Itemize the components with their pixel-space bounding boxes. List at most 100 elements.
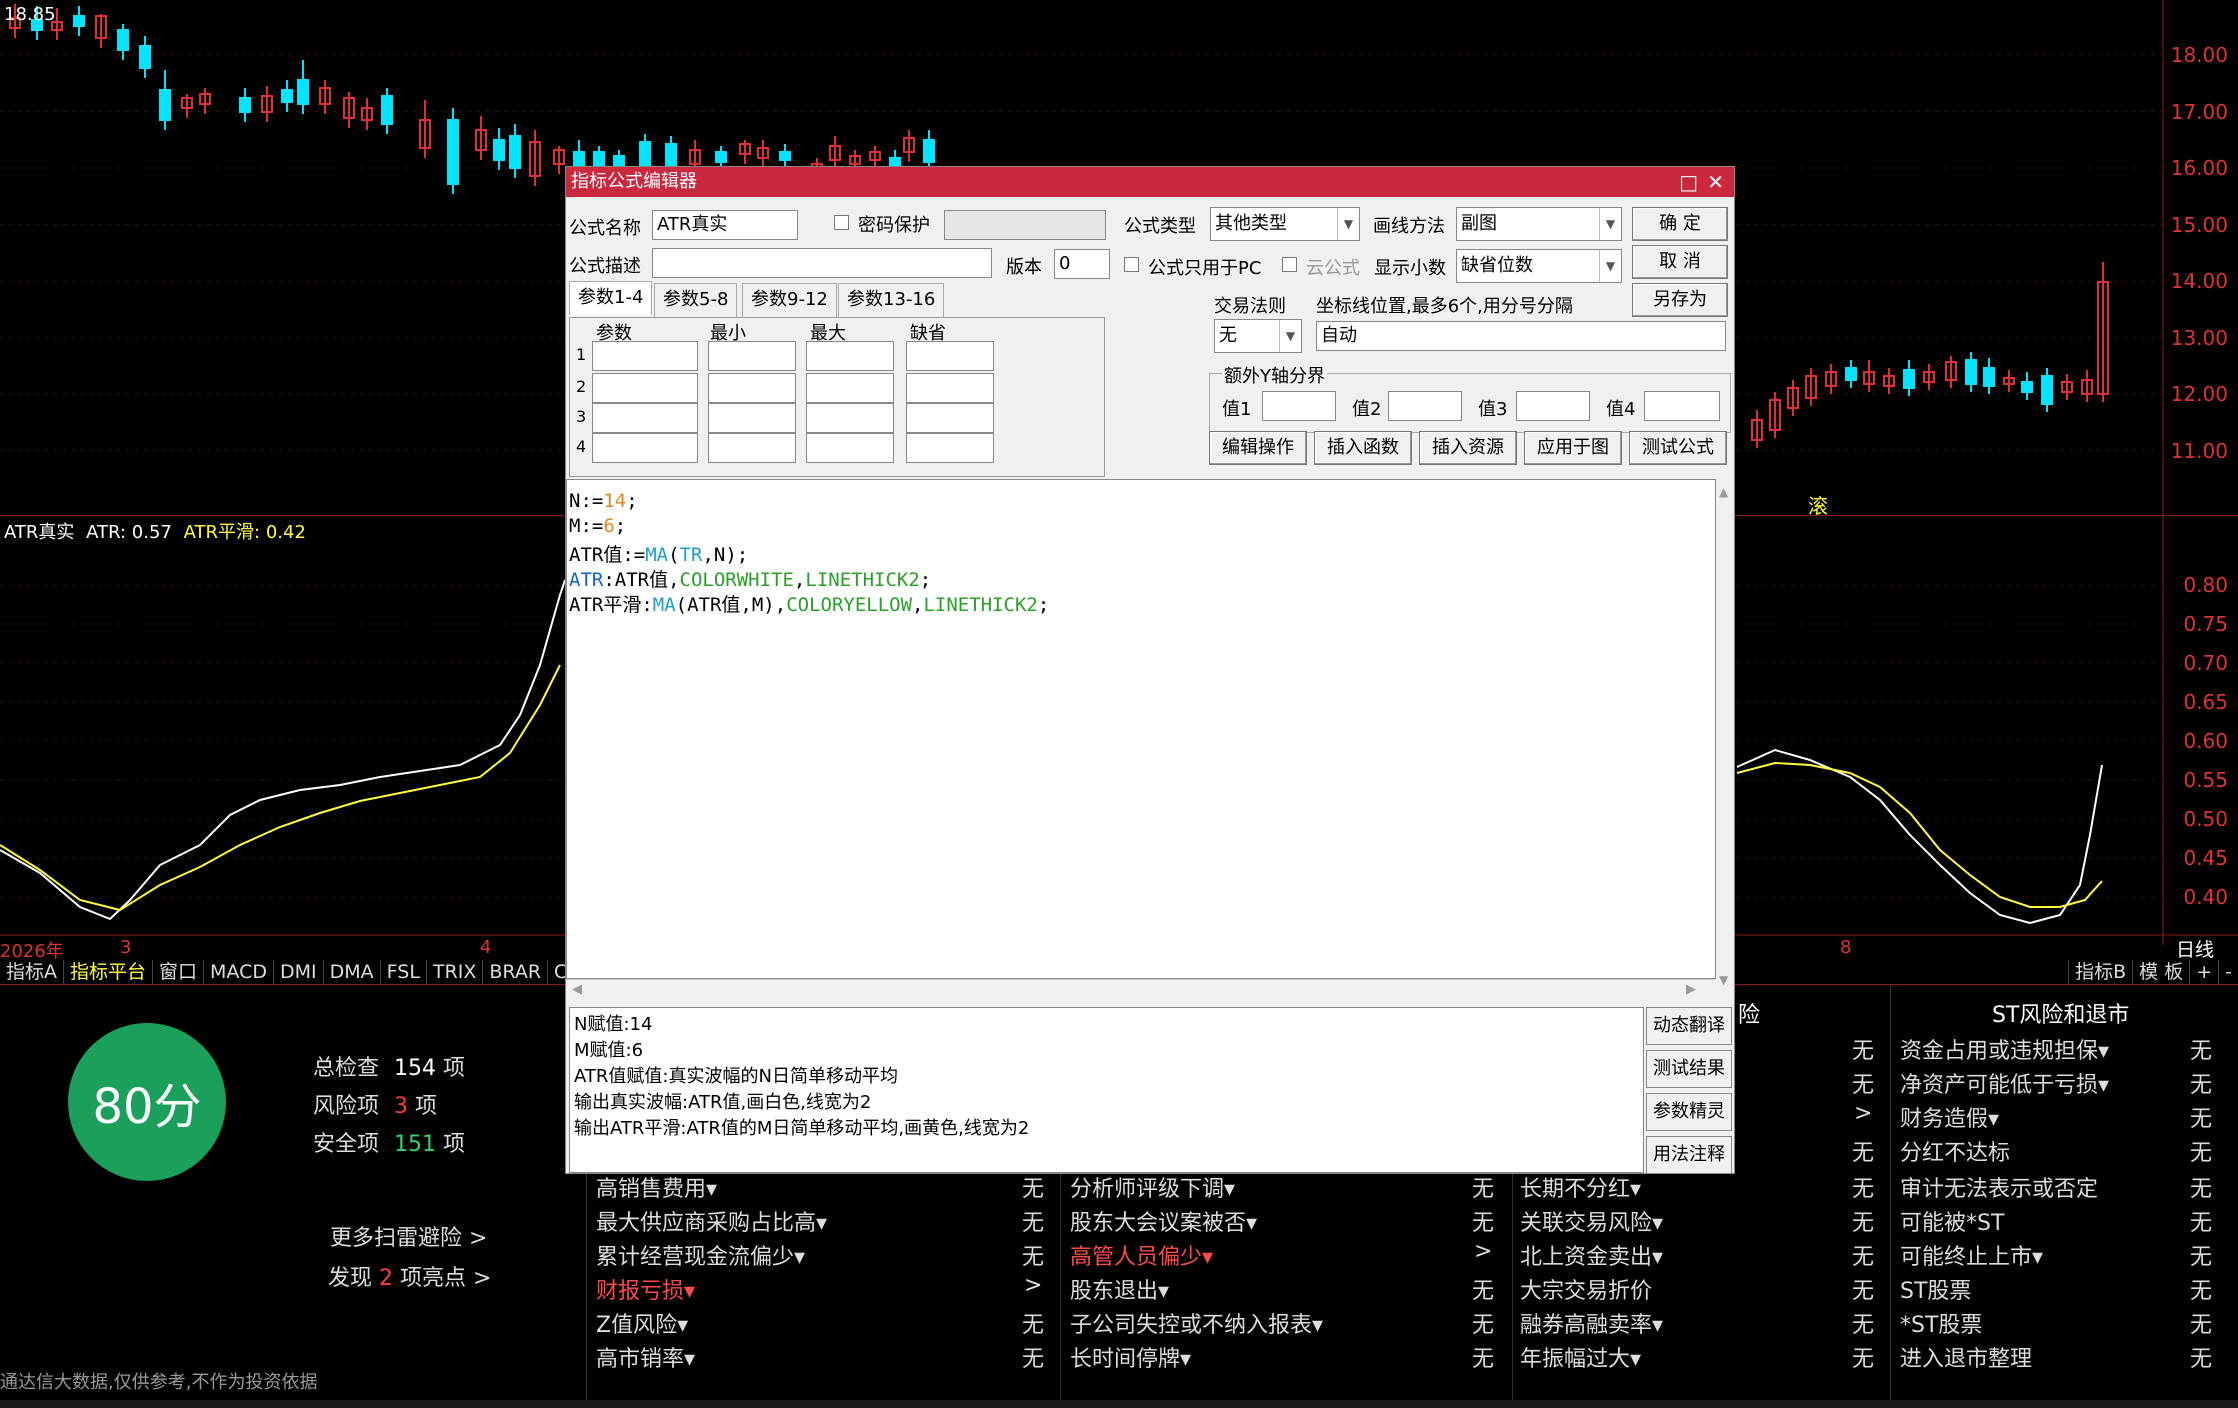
risk-item-may-delist[interactable]: 可能终止上市▾ — [1900, 1239, 2043, 1271]
risk-item-audit-opinion[interactable]: 审计无法表示或否定 — [1900, 1171, 2098, 1203]
formula-type-select[interactable]: 其他类型 ▼ — [1210, 207, 1360, 241]
coord-input[interactable]: 自动 — [1316, 321, 1726, 351]
insert-resource-button[interactable]: 插入资源 — [1419, 431, 1517, 465]
dynamic-translate-button[interactable]: 动态翻译 — [1646, 1007, 1732, 1045]
edit-ops-button[interactable]: 编辑操作 — [1209, 431, 1307, 465]
tab-template[interactable]: 模 板 — [2132, 960, 2189, 984]
tab-params-5-8[interactable]: 参数5-8 — [654, 283, 738, 317]
risk-item-supplier-concentration[interactable]: 最大供应商采购占比高▾ — [596, 1205, 827, 1237]
risk-item-northbound-selling[interactable]: 北上资金卖出▾ — [1520, 1239, 1663, 1271]
param-cell[interactable] — [906, 341, 994, 371]
y-value-input-3[interactable] — [1516, 391, 1590, 421]
test-result-button[interactable]: 测试结果 — [1646, 1050, 1732, 1088]
scroll-up-icon[interactable]: ▲ — [1719, 485, 1728, 499]
tab-fsl[interactable]: FSL — [381, 960, 427, 984]
param-cell[interactable] — [806, 341, 894, 371]
risk-item-high-amplitude[interactable]: 年振幅过大▾ — [1520, 1341, 1641, 1373]
param-cell[interactable] — [592, 403, 698, 433]
formula-annotation-panel[interactable]: N赋值:14 M赋值:6 ATR值赋值:真实波幅的N日简单移动平均 输出真实波幅… — [569, 1007, 1644, 1173]
risk-item-loss[interactable]: 财报亏损▾ — [596, 1273, 695, 1305]
more-scan-link[interactable]: 更多扫雷避险 > — [330, 1220, 487, 1252]
dialog-titlebar[interactable]: 指标公式编辑器 □ ✕ — [566, 167, 1734, 197]
tab-macd[interactable]: MACD — [204, 960, 274, 984]
apply-to-chart-button[interactable]: 应用于图 — [1524, 431, 1622, 465]
param-cell[interactable] — [592, 433, 698, 463]
usage-notes-button[interactable]: 用法注释 — [1646, 1136, 1732, 1174]
formula-desc-input[interactable] — [652, 248, 992, 278]
zoom-out-button[interactable]: - — [2218, 960, 2238, 984]
scroll-left-icon[interactable]: ◀ — [572, 982, 582, 997]
risk-expand[interactable]: > — [1024, 1273, 1042, 1298]
param-wizard-button[interactable]: 参数精灵 — [1646, 1093, 1732, 1131]
zoom-in-button[interactable]: + — [2189, 960, 2218, 984]
risk-expand[interactable]: > — [1854, 1101, 1872, 1126]
tab-params-9-12[interactable]: 参数9-12 — [742, 283, 837, 317]
password-checkbox[interactable] — [834, 215, 849, 230]
risk-item-cashflow[interactable]: 累计经营现金流偏少▾ — [596, 1239, 805, 1271]
param-cell[interactable] — [806, 403, 894, 433]
risk-expand[interactable]: > — [1474, 1239, 1492, 1264]
pc-only-checkbox[interactable] — [1124, 257, 1139, 272]
param-cell[interactable] — [906, 373, 994, 403]
tab-brar[interactable]: BRAR — [483, 960, 549, 984]
risk-item-no-dividend[interactable]: 长期不分红▾ — [1520, 1171, 1641, 1203]
y-value-input-4[interactable] — [1644, 391, 1720, 421]
param-cell[interactable] — [906, 403, 994, 433]
risk-item-delisting-period[interactable]: 进入退市整理 — [1900, 1341, 2032, 1373]
test-formula-button[interactable]: 测试公式 — [1629, 431, 1727, 465]
risk-item-star-st-stock[interactable]: *ST股票 — [1900, 1307, 1982, 1339]
risk-item-block-trade-discount[interactable]: 大宗交易折价 — [1520, 1273, 1652, 1305]
risk-item-short-selling[interactable]: 融券高融卖率▾ — [1520, 1307, 1663, 1339]
tab-params-13-16[interactable]: 参数13-16 — [838, 283, 945, 317]
risk-item-long-suspension[interactable]: 长时间停牌▾ — [1070, 1341, 1191, 1373]
param-cell[interactable] — [708, 403, 796, 433]
highlights-link[interactable]: 发现 2 项亮点 > — [328, 1260, 491, 1292]
formula-code-editor[interactable]: N:=14; M:=6; ATR值:=MA(TR,N); ATR:ATR值,CO… — [566, 479, 1716, 979]
risk-item-analyst-downgrade[interactable]: 分析师评级下调▾ — [1070, 1171, 1235, 1203]
tab-indicator-b[interactable]: 指标B — [2068, 960, 2132, 984]
tab-trix[interactable]: TRIX — [427, 960, 484, 984]
risk-item-related-transactions[interactable]: 关联交易风险▾ — [1520, 1205, 1663, 1237]
tab-dmi[interactable]: DMI — [274, 960, 324, 984]
risk-item-ps-ratio[interactable]: 高市销率▾ — [596, 1341, 695, 1373]
risk-item-agm-rejected[interactable]: 股东大会议案被否▾ — [1070, 1205, 1257, 1237]
trade-rule-select[interactable]: 无 ▼ — [1214, 319, 1302, 353]
scroll-down-icon[interactable]: ▼ — [1719, 973, 1728, 987]
risk-item-few-executives[interactable]: 高管人员偏少▾ — [1070, 1239, 1213, 1271]
draw-method-select[interactable]: 副图 ▼ — [1456, 207, 1622, 241]
y-value-input-2[interactable] — [1388, 391, 1462, 421]
formula-name-input[interactable]: ATR真实 — [652, 210, 798, 240]
risk-item-subsidiary-control[interactable]: 子公司失控或不纳入报表▾ — [1070, 1307, 1323, 1339]
tab-indicator-platform[interactable]: 指标平台 — [64, 960, 154, 984]
param-cell[interactable] — [708, 373, 796, 403]
risk-item-shareholder-exit[interactable]: 股东退出▾ — [1070, 1273, 1169, 1305]
y-value-input-1[interactable] — [1262, 391, 1336, 421]
tab-indicator-a[interactable]: 指标A — [0, 960, 64, 984]
tab-dma[interactable]: DMA — [324, 960, 381, 984]
param-cell[interactable] — [592, 341, 698, 371]
maximize-icon[interactable]: □ — [1679, 167, 1698, 197]
close-icon[interactable]: ✕ — [1707, 167, 1724, 197]
tab-window[interactable]: 窗口 — [153, 960, 205, 984]
risk-item-st-stock[interactable]: ST股票 — [1900, 1273, 1971, 1305]
insert-function-button[interactable]: 插入函数 — [1314, 431, 1412, 465]
tab-params-1-4[interactable]: 参数1-4 — [569, 281, 653, 315]
param-cell[interactable] — [708, 341, 796, 371]
param-cell[interactable] — [708, 433, 796, 463]
cancel-button[interactable]: 取 消 — [1632, 245, 1728, 279]
param-cell[interactable] — [806, 373, 894, 403]
risk-item-high-sales-expense[interactable]: 高销售费用▾ — [596, 1171, 717, 1203]
save-as-button[interactable]: 另存为 — [1632, 283, 1728, 317]
cloud-checkbox[interactable] — [1282, 257, 1297, 272]
editor-vertical-scrollbar[interactable]: ▲ ▼ — [1716, 479, 1734, 1001]
risk-item-net-assets[interactable]: 净资产可能低于亏损▾ — [1900, 1067, 2109, 1099]
scroll-right-icon[interactable]: ▶ — [1686, 982, 1696, 997]
param-cell[interactable] — [906, 433, 994, 463]
risk-item-fund-occupation[interactable]: 资金占用或违规担保▾ — [1900, 1033, 2109, 1065]
version-input[interactable]: 0 — [1054, 249, 1110, 279]
param-cell[interactable] — [806, 433, 894, 463]
risk-item-may-st[interactable]: 可能被*ST — [1900, 1205, 2004, 1237]
risk-item-dividend-standard[interactable]: 分红不达标 — [1900, 1135, 2010, 1167]
risk-item-financial-fraud[interactable]: 财务造假▾ — [1900, 1101, 1999, 1133]
ok-button[interactable]: 确 定 — [1632, 207, 1728, 241]
